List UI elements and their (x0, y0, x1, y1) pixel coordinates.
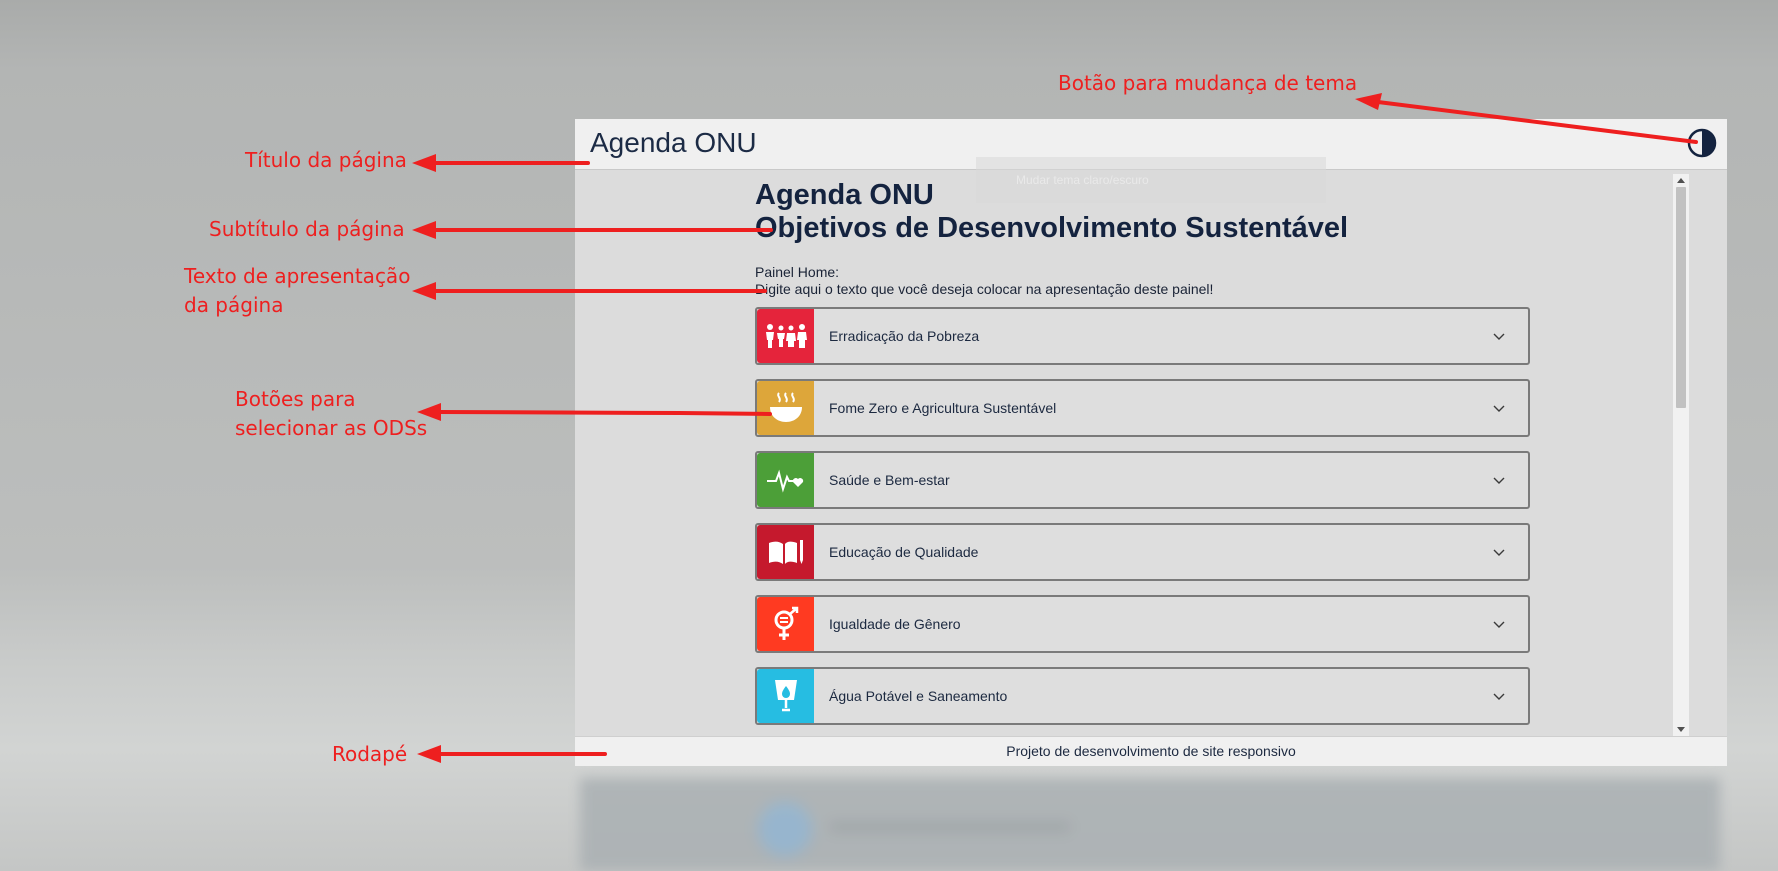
ods-icon-box-1 (757, 309, 814, 363)
arrowhead-page-title (412, 154, 436, 172)
intro-label: Painel Home: (755, 264, 840, 280)
ods-label-4: Educação de Qualidade (829, 544, 979, 560)
content-scrollbar[interactable] (1673, 174, 1689, 736)
arrowhead-theme-button (1355, 93, 1382, 110)
food-bowl-icon (769, 392, 802, 422)
arrowhead-page-subtitle (412, 221, 436, 239)
ods-label-2: Fome Zero e Agricultura Sustentável (829, 400, 1057, 416)
ods-button-6[interactable]: Água Potável e Saneamento (755, 667, 1530, 725)
ods-icon-box-4 (757, 525, 814, 579)
page-subtitle: Objetivos de Desenvolvimento Sustentável (755, 212, 1349, 244)
annotation-ods-buttons: Botões para selecionar as ODSs (235, 387, 428, 440)
annotation-footer: Rodapé (332, 742, 408, 766)
chevron-down-icon (1493, 621, 1505, 628)
scroll-thumb[interactable] (1676, 187, 1686, 408)
ods-icon-box-2 (757, 381, 814, 435)
page-footer: Projeto de desenvolvimento de site respo… (575, 736, 1727, 766)
water-drop-icon (774, 680, 797, 712)
arrowhead-intro-text (412, 282, 436, 300)
page-title: Agenda ONU (590, 127, 757, 158)
heartbeat-icon (766, 469, 803, 493)
chevron-down-icon (1493, 693, 1505, 700)
half-circle-theme-icon (1687, 128, 1717, 158)
ods-label-3: Saúde e Bem-estar (829, 472, 950, 488)
intro-body: Digite aqui o texto que você deseja colo… (755, 281, 1214, 297)
annotation-theme-button: Botão para mudança de tema (1058, 71, 1358, 95)
annotation-page-title: Título da página (245, 148, 407, 172)
ods-button-4[interactable]: Educação de Qualidade (755, 523, 1530, 581)
ods-label-1: Erradicação da Pobreza (829, 328, 980, 344)
app-window: Agenda ONU Mudar tema claro/escuro Agend… (575, 119, 1727, 766)
ods-button-1[interactable]: Erradicação da Pobreza (755, 307, 1530, 365)
gender-equality-icon (774, 606, 798, 640)
background-blur (580, 778, 1720, 871)
ods-icon-box-3 (757, 453, 814, 507)
arrowhead-footer (417, 745, 441, 763)
ods-button-3[interactable]: Saúde e Bem-estar (755, 451, 1530, 509)
chevron-down-icon (1493, 549, 1505, 556)
theme-tooltip-text: Mudar tema claro/escuro (1016, 173, 1149, 187)
main-content: Agenda ONU Objetivos de Desenvolvimento … (755, 171, 1548, 734)
ods-label-6: Água Potável e Saneamento (829, 688, 1008, 704)
book-pencil-icon (768, 540, 803, 564)
background-ghost-icon (758, 802, 812, 856)
ods-button-5[interactable]: Igualdade de Gênero (755, 595, 1530, 653)
ods-icon-box-5 (757, 597, 814, 651)
page-heading-line1: Agenda ONU (755, 179, 934, 211)
ods-label-5: Igualdade de Gênero (829, 616, 961, 632)
chevron-down-icon (1493, 333, 1505, 340)
annotation-page-subtitle: Subtítulo da página (209, 217, 405, 241)
annotation-intro-text: Texto de apresentação da página (184, 264, 411, 317)
intro-text: Painel Home: Digite aqui o texto que voc… (755, 264, 1213, 298)
ods-icon-box-6 (757, 669, 814, 723)
family-icon (765, 324, 807, 348)
ods-button-2[interactable]: Fome Zero e Agricultura Sustentável (755, 379, 1530, 437)
scroll-up-icon[interactable] (1677, 178, 1685, 183)
chevron-down-icon (1493, 405, 1505, 412)
theme-tooltip: Mudar tema claro/escuro (976, 157, 1326, 203)
background-ghost-text (830, 822, 1070, 832)
scroll-down-icon[interactable] (1677, 727, 1685, 732)
chevron-down-icon (1493, 477, 1505, 484)
theme-toggle-button[interactable] (1687, 128, 1717, 158)
